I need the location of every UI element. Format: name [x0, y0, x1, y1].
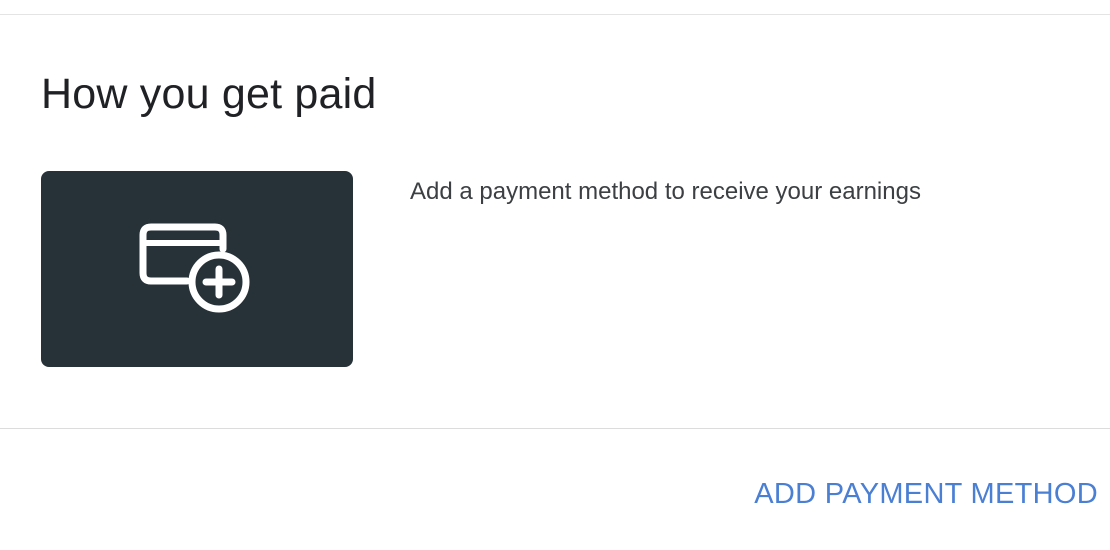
credit-card-add-icon — [139, 223, 250, 313]
bottom-divider — [0, 428, 1110, 429]
payment-settings-page: How you get paid Add a payment method to… — [0, 0, 1110, 550]
add-payment-method-button[interactable]: ADD PAYMENT METHOD — [754, 472, 1098, 516]
top-divider — [0, 14, 1110, 15]
payment-method-description: Add a payment method to receive your ear… — [410, 178, 921, 205]
payment-method-tile — [41, 171, 353, 367]
section-title: How you get paid — [41, 70, 377, 118]
